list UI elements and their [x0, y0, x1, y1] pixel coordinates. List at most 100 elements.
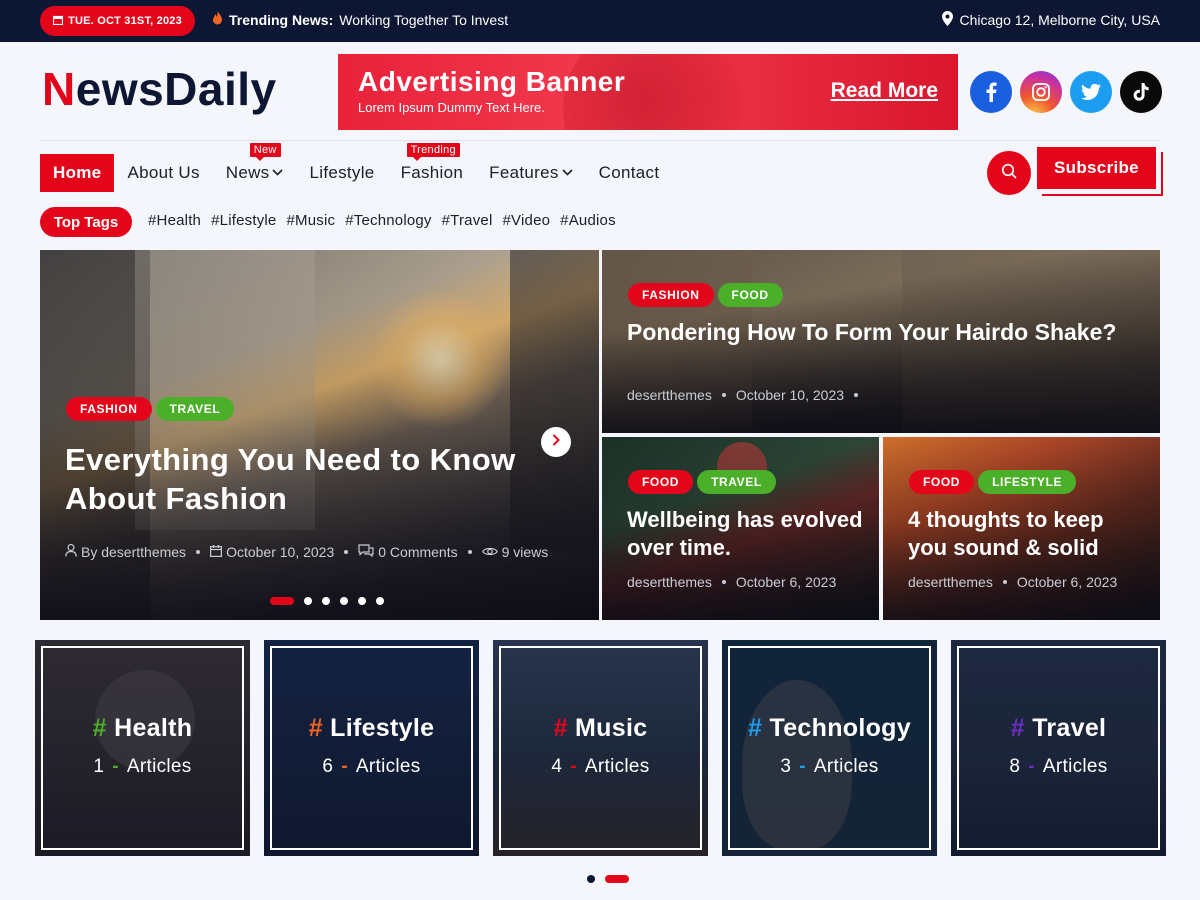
- slider-dot[interactable]: [304, 597, 312, 605]
- hero-main-post[interactable]: [40, 250, 599, 620]
- hash-symbol: #: [92, 714, 107, 742]
- nav-label: Lifestyle: [309, 163, 375, 182]
- slider-dot[interactable]: [322, 597, 330, 605]
- tag-audios[interactable]: #Audios: [560, 212, 616, 229]
- tag-video[interactable]: #Video: [503, 212, 551, 229]
- tag-health[interactable]: #Health: [148, 212, 201, 229]
- nav-item-news[interactable]: News New: [213, 143, 297, 192]
- nav-label: Contact: [598, 163, 660, 182]
- meta-separator: [721, 393, 726, 397]
- user-icon: [65, 543, 77, 560]
- nav-item-lifestyle[interactable]: Lifestyle: [296, 154, 387, 192]
- post-date: October 10, 2023: [735, 387, 845, 403]
- site-logo[interactable]: NewsDaily: [42, 62, 277, 116]
- slider-dot[interactable]: [376, 597, 384, 605]
- category-card-health[interactable]: # Health 1- Articles: [35, 640, 250, 856]
- ad-read-more-link[interactable]: Read More: [831, 79, 938, 103]
- post-views: 9 views: [501, 544, 549, 560]
- trending-badge: Trending: [406, 143, 460, 161]
- tag-music[interactable]: #Music: [286, 212, 335, 229]
- meta-separator: [854, 393, 859, 397]
- category-badge[interactable]: FASHION: [66, 397, 152, 421]
- image-overlay: [40, 250, 599, 620]
- articles-label: Articles: [584, 756, 650, 777]
- article-count: 8: [1009, 756, 1021, 777]
- tag-lifestyle[interactable]: #Lifestyle: [211, 212, 276, 229]
- facebook-icon[interactable]: [970, 71, 1012, 113]
- article-count: 3: [780, 756, 792, 777]
- card-frame: [728, 646, 931, 850]
- category-badge[interactable]: FOOD: [909, 470, 975, 494]
- category-card-lifestyle[interactable]: # Lifestyle 6- Articles: [264, 640, 479, 856]
- slider-dot[interactable]: [358, 597, 366, 605]
- hero-main-categories: FASHION TRAVEL: [66, 397, 235, 421]
- post-author[interactable]: desertthemes: [627, 387, 712, 403]
- category-badge[interactable]: FOOD: [628, 470, 694, 494]
- category-card-travel[interactable]: # Travel 8- Articles: [951, 640, 1166, 856]
- trending-headline[interactable]: Working Together To Invest: [339, 12, 508, 28]
- subscribe-button[interactable]: Subscribe: [1037, 147, 1156, 189]
- post-title[interactable]: Wellbeing has evolved over time.: [627, 506, 867, 561]
- slider-next-button[interactable]: [541, 427, 571, 457]
- post-categories: FASHION FOOD: [628, 283, 783, 307]
- category-card-technology[interactable]: # Technology 3- Articles: [722, 640, 937, 856]
- post-categories: FOOD TRAVEL: [628, 470, 776, 494]
- twitter-icon[interactable]: [1070, 71, 1112, 113]
- category-card-music[interactable]: # Music 4- Articles: [493, 640, 708, 856]
- main-nav: Home About Us News New Lifestyle Fashion…: [40, 143, 673, 192]
- category-count: 8- Articles: [951, 756, 1166, 778]
- slider-dot[interactable]: [587, 875, 595, 883]
- slider-dot[interactable]: [340, 597, 348, 605]
- nav-item-features[interactable]: Features: [476, 154, 586, 192]
- nav-label: News: [225, 163, 270, 182]
- post-author[interactable]: By desertthemes: [81, 544, 186, 560]
- articles-label: Articles: [813, 756, 879, 777]
- chevron-right-icon: [552, 433, 560, 451]
- instagram-icon[interactable]: [1020, 71, 1062, 113]
- slider-dot[interactable]: [270, 597, 294, 605]
- location: Chicago 12, Melborne City, USA: [941, 11, 1160, 29]
- category-badge[interactable]: TRAVEL: [155, 397, 235, 421]
- tag-technology[interactable]: #Technology: [345, 212, 431, 229]
- category-badge[interactable]: FASHION: [628, 283, 714, 307]
- dash-separator: -: [1028, 756, 1035, 777]
- post-meta: desertthemes October 10, 2023: [627, 387, 859, 403]
- post-title[interactable]: 4 thoughts to keep you sound & solid: [908, 506, 1148, 561]
- hash-symbol: #: [1010, 714, 1025, 742]
- hash-symbol: #: [308, 714, 323, 742]
- category-label: Music: [575, 714, 648, 742]
- category-label: Health: [114, 714, 193, 742]
- post-author[interactable]: desertthemes: [908, 574, 993, 590]
- article-count: 1: [93, 756, 105, 777]
- card-frame: [957, 646, 1160, 850]
- category-badge[interactable]: FOOD: [717, 283, 783, 307]
- nav-label: Home: [53, 163, 102, 182]
- comments-icon: [358, 544, 374, 560]
- slider-dot[interactable]: [605, 875, 629, 883]
- nav-label: Features: [489, 163, 559, 182]
- nav-item-contact[interactable]: Contact: [586, 154, 673, 192]
- hero-main-title[interactable]: Everything You Need to Know About Fashio…: [65, 441, 565, 519]
- post-author[interactable]: desertthemes: [627, 574, 712, 590]
- search-icon: [1001, 163, 1017, 184]
- ad-title: Advertising Banner: [358, 66, 626, 97]
- category-name: # Lifestyle: [264, 714, 479, 743]
- card-frame: [499, 646, 702, 850]
- post-title[interactable]: Pondering How To Form Your Hairdo Shake?: [627, 318, 1147, 347]
- nav-item-home[interactable]: Home: [40, 154, 115, 192]
- search-button[interactable]: [987, 151, 1031, 195]
- new-badge: New: [249, 143, 281, 161]
- top-tags-label: Top Tags: [40, 207, 132, 237]
- advertising-banner[interactable]: Advertising Banner Lorem Ipsum Dummy Tex…: [338, 54, 958, 130]
- category-badge[interactable]: LIFESTYLE: [978, 470, 1077, 494]
- post-comments[interactable]: 0 Comments: [378, 544, 457, 560]
- trending-news[interactable]: Trending News: Working Together To Inves…: [212, 11, 508, 28]
- header-divider: [40, 140, 1160, 141]
- category-label: Travel: [1032, 714, 1107, 742]
- tag-travel[interactable]: #Travel: [442, 212, 493, 229]
- category-badge[interactable]: TRAVEL: [697, 470, 776, 494]
- nav-item-fashion[interactable]: Fashion Trending: [388, 143, 477, 192]
- ad-subtitle: Lorem Ipsum Dummy Text Here.: [358, 100, 545, 115]
- nav-item-about-us[interactable]: About Us: [114, 154, 212, 192]
- tiktok-icon[interactable]: [1120, 71, 1162, 113]
